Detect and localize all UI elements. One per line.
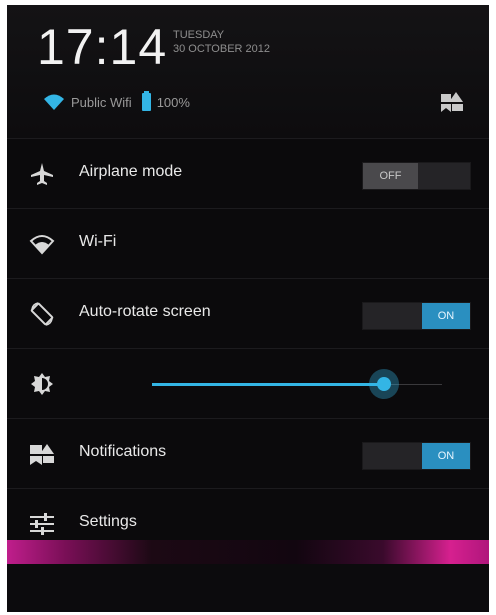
notifications-toggle-icon[interactable]: [439, 88, 465, 114]
notifications-toggle[interactable]: ON: [362, 442, 471, 470]
notifications-row[interactable]: Notifications ON: [7, 418, 489, 489]
notifications-label: Notifications: [79, 443, 167, 460]
notifications-icon: [30, 444, 54, 465]
wifi-signal-icon: [44, 94, 64, 110]
airplane-icon: [31, 163, 53, 185]
auto-rotate-row[interactable]: Auto-rotate screen ON: [7, 278, 489, 349]
airplane-mode-toggle[interactable]: OFF: [362, 162, 471, 190]
bottom-area: [7, 564, 489, 612]
battery-icon: [141, 91, 151, 111]
day-of-week: TUESDAY: [173, 29, 225, 41]
settings-label: Settings: [79, 513, 137, 530]
wifi-icon: [29, 235, 55, 255]
wifi-row[interactable]: Wi-Fi: [7, 208, 489, 279]
date-text: 30 OCTOBER 2012: [173, 43, 271, 55]
settings-sliders-icon: [30, 513, 54, 535]
quick-settings-panel: 17:14 TUESDAY 30 OCTOBER 2012 Public Wif…: [7, 5, 489, 612]
wallpaper-glow: [7, 540, 489, 564]
auto-rotate-label: Auto-rotate screen: [79, 303, 211, 320]
status-header: 17:14 TUESDAY 30 OCTOBER 2012 Public Wif…: [7, 5, 489, 138]
clock-time[interactable]: 17:14: [37, 19, 167, 75]
auto-rotate-toggle-state: ON: [422, 303, 470, 329]
brightness-icon: [31, 373, 53, 395]
brightness-slider-fill[interactable]: [152, 383, 384, 386]
rotate-icon: [30, 302, 54, 326]
airplane-mode-label: Airplane mode: [79, 163, 183, 180]
date-block: TUESDAY 30 OCTOBER 2012: [173, 28, 270, 56]
notifications-toggle-state: ON: [422, 443, 470, 469]
auto-rotate-toggle[interactable]: ON: [362, 302, 471, 330]
airplane-mode-row[interactable]: Airplane mode OFF: [7, 138, 489, 209]
connection-status: Public Wifi 100%: [43, 90, 190, 114]
brightness-row: [7, 348, 489, 419]
wifi-label: Wi-Fi: [79, 233, 117, 250]
brightness-slider-thumb[interactable]: [369, 369, 399, 399]
battery-level: 100%: [156, 94, 190, 110]
airplane-toggle-state: OFF: [363, 163, 418, 189]
wifi-network-name: Public Wifi: [71, 94, 132, 110]
